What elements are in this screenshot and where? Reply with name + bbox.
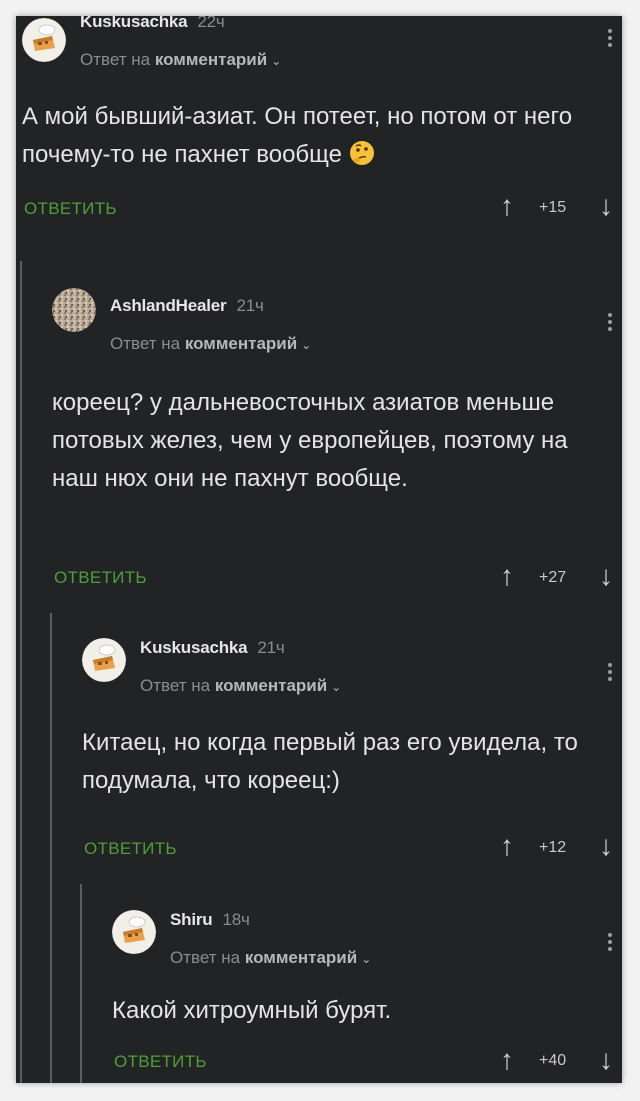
- comments-panel: Kuskusachka 22ч Ответ на комментарий ⌄ А м…: [16, 16, 622, 1083]
- author-name[interactable]: AshlandHealer: [110, 296, 227, 315]
- more-vertical-icon[interactable]: [608, 310, 614, 334]
- reply-to-link[interactable]: Ответ на комментарий ⌄: [80, 50, 281, 70]
- thinking-face-emoji-icon: [349, 141, 374, 165]
- comment: AshlandHealer 21ч Ответ на комментарий ⌄ к…: [16, 266, 622, 606]
- comment-text-content: А мой бывший-азиат. Он потеет, но потом …: [22, 103, 573, 168]
- comment-time: 18ч: [222, 910, 250, 929]
- reply-to-link[interactable]: Ответ на комментарий ⌄: [170, 948, 371, 968]
- reply-target[interactable]: комментарий: [155, 50, 267, 69]
- comment-author[interactable]: AshlandHealer 21ч: [110, 296, 264, 316]
- comment-text: Какой хитроумный бурят.: [112, 997, 392, 1024]
- reply-target[interactable]: комментарий: [245, 948, 357, 967]
- reply-button[interactable]: ОТВЕТИТЬ: [84, 839, 177, 859]
- cake-avatar-icon: [82, 638, 126, 682]
- reply-button[interactable]: ОТВЕТИТЬ: [24, 199, 117, 219]
- more-vertical-icon[interactable]: [608, 26, 614, 50]
- reply-prefix: Ответ на: [140, 676, 211, 695]
- comment-text: А мой бывший-азиат. Он потеет, но потом …: [22, 98, 612, 174]
- rating-value: +27: [539, 569, 567, 586]
- author-name[interactable]: Kuskusachka: [80, 16, 188, 31]
- comment-author[interactable]: Kuskusachka 21ч: [140, 638, 285, 658]
- rating-value: +12: [539, 839, 567, 856]
- author-name[interactable]: Shiru: [170, 910, 213, 929]
- reply-button[interactable]: ОТВЕТИТЬ: [54, 568, 147, 588]
- chevron-down-icon[interactable]: ⌄: [361, 952, 371, 966]
- reply-button[interactable]: ОТВЕТИТЬ: [114, 1052, 207, 1072]
- arrow-up-icon[interactable]: ↑: [500, 832, 514, 860]
- more-vertical-icon[interactable]: [608, 930, 614, 954]
- reply-to-link[interactable]: Ответ на комментарий ⌄: [140, 676, 341, 696]
- chevron-down-icon[interactable]: ⌄: [271, 54, 281, 68]
- noise-avatar-icon: [52, 288, 96, 332]
- arrow-down-icon[interactable]: ↓: [599, 1046, 613, 1074]
- arrow-down-icon[interactable]: ↓: [599, 562, 613, 590]
- reply-target[interactable]: комментарий: [215, 676, 327, 695]
- arrow-down-icon[interactable]: ↓: [599, 832, 613, 860]
- avatar[interactable]: [52, 288, 96, 332]
- reply-to-link[interactable]: Ответ на комментарий ⌄: [110, 334, 311, 354]
- arrow-up-icon[interactable]: ↑: [500, 1046, 514, 1074]
- arrow-down-icon[interactable]: ↓: [599, 192, 613, 220]
- author-name[interactable]: Kuskusachka: [140, 638, 248, 657]
- comment-text: кореец? у дальневосточных азиатов меньше…: [52, 389, 568, 492]
- rating-value: +15: [539, 199, 567, 216]
- comment-time: 21ч: [257, 638, 285, 657]
- avatar[interactable]: [82, 638, 126, 682]
- comment-time: 21ч: [236, 296, 264, 315]
- more-vertical-icon[interactable]: [608, 660, 614, 684]
- avatar[interactable]: [112, 910, 156, 954]
- reply-prefix: Ответ на: [80, 50, 151, 69]
- comment-author[interactable]: Kuskusachka 22ч: [80, 16, 225, 32]
- chevron-down-icon[interactable]: ⌄: [331, 680, 341, 694]
- comment-time: 22ч: [197, 16, 225, 31]
- arrow-up-icon[interactable]: ↑: [500, 192, 514, 220]
- arrow-up-icon[interactable]: ↑: [500, 562, 514, 590]
- comment: Kuskusachka 22ч Ответ на комментарий ⌄ А м…: [16, 16, 622, 246]
- reply-prefix: Ответ на: [110, 334, 181, 353]
- comment-author[interactable]: Shiru 18ч: [170, 910, 250, 930]
- comment: Shiru 18ч Ответ на комментарий ⌄ Какой хит…: [16, 886, 622, 1083]
- cake-avatar-icon: [22, 18, 66, 62]
- cake-avatar-icon: [112, 910, 156, 954]
- chevron-down-icon[interactable]: ⌄: [301, 338, 311, 352]
- comment-text: Китаец, но когда первый раз его увидела,…: [82, 729, 578, 794]
- reply-prefix: Ответ на: [170, 948, 241, 967]
- avatar[interactable]: [22, 18, 66, 62]
- reply-target[interactable]: комментарий: [185, 334, 297, 353]
- comment: Kuskusachka 21ч Ответ на комментарий ⌄ Кит…: [16, 616, 622, 876]
- rating-value: +40: [539, 1052, 567, 1069]
